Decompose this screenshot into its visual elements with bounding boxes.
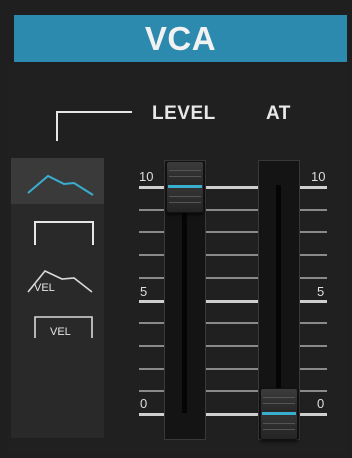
level-thumb-indicator xyxy=(168,185,202,188)
mode-envelope-button[interactable] xyxy=(11,158,104,204)
scale-tick xyxy=(298,345,327,347)
scale-tick xyxy=(204,390,258,392)
scale-tick xyxy=(298,390,327,392)
mode-gate-button[interactable] xyxy=(11,208,104,254)
envelope-mode-selector: VEL VEL xyxy=(11,158,104,438)
at-slider-slot xyxy=(276,185,281,413)
scale-tick xyxy=(204,277,258,279)
scale-tick xyxy=(298,300,327,303)
scale-tick xyxy=(204,209,258,211)
scale-tick xyxy=(139,277,166,279)
vel-label-1: VEL xyxy=(34,282,55,294)
scale-tick xyxy=(139,231,166,233)
left-scale-10: 10 xyxy=(139,169,154,184)
scale-tick xyxy=(204,254,258,256)
mode-envelope-velocity-button[interactable]: VEL xyxy=(11,256,104,302)
level-header: LEVEL xyxy=(152,103,216,124)
scale-tick xyxy=(298,231,327,233)
scale-tick xyxy=(139,300,166,303)
scale-tick xyxy=(139,345,166,347)
scale-tick xyxy=(204,322,258,324)
right-scale-0: 0 xyxy=(317,396,325,411)
scale-tick xyxy=(204,231,258,233)
scale-tick xyxy=(298,254,327,256)
mode-bracket xyxy=(56,111,132,141)
scale-tick xyxy=(139,254,166,256)
left-scale-0: 0 xyxy=(140,396,148,411)
envelope-shape-icon xyxy=(26,174,94,196)
scale-tick xyxy=(204,186,258,189)
scale-tick xyxy=(204,368,258,370)
level-slider-slot xyxy=(182,185,187,413)
at-thumb-indicator xyxy=(262,412,296,415)
scale-tick xyxy=(139,209,166,211)
scale-tick xyxy=(139,186,166,189)
gate-shape-icon xyxy=(33,221,94,245)
vel-label-2: VEL xyxy=(50,326,71,338)
gate-velocity-icon: VEL xyxy=(33,316,93,338)
right-scale-5: 5 xyxy=(317,284,325,299)
scale-tick xyxy=(204,300,258,303)
mode-gate-velocity-button[interactable]: VEL xyxy=(11,304,104,350)
at-slider-thumb[interactable] xyxy=(260,388,298,440)
scale-tick xyxy=(298,277,327,279)
scale-tick xyxy=(298,186,327,189)
scale-tick xyxy=(139,390,166,392)
scale-tick xyxy=(204,345,258,347)
scale-tick xyxy=(139,413,166,416)
module-title: VCA xyxy=(14,15,347,62)
scale-tick xyxy=(204,413,258,416)
at-header: AT xyxy=(266,103,291,124)
level-slider-thumb[interactable] xyxy=(166,161,204,213)
scale-tick xyxy=(298,368,327,370)
scale-tick xyxy=(139,322,166,324)
scale-tick xyxy=(139,368,166,370)
left-scale-5: 5 xyxy=(140,284,148,299)
scale-tick xyxy=(298,209,327,211)
scale-tick xyxy=(298,322,327,324)
envelope-velocity-icon: VEL xyxy=(26,270,92,294)
right-scale-10: 10 xyxy=(311,169,326,184)
scale-tick xyxy=(298,413,327,416)
